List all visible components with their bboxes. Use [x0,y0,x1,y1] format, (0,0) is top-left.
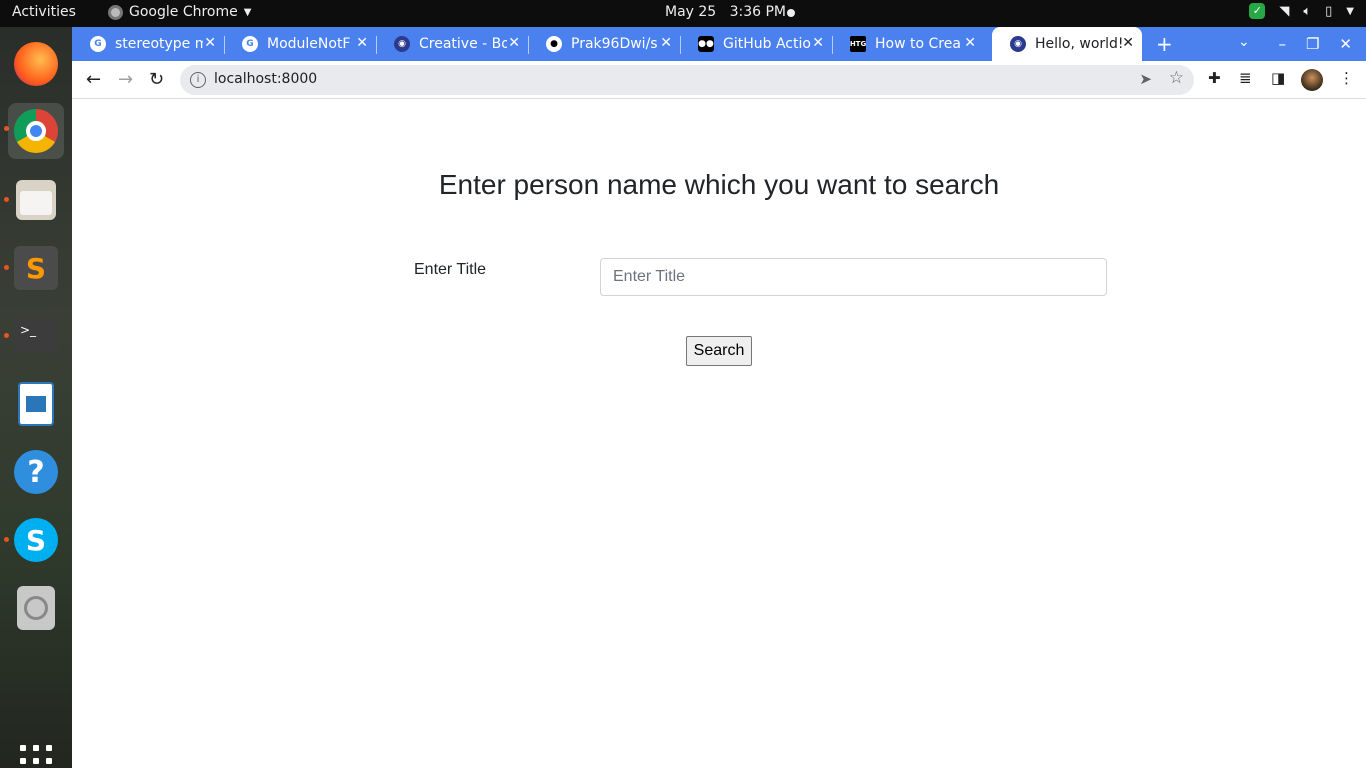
date-label: May 25 [665,4,717,20]
media-control-icon[interactable]: ≣ [1239,69,1252,87]
tab-title: How to Crea [875,36,961,52]
search-button[interactable]: Search [686,336,752,366]
htg-icon: HTG [850,36,866,52]
sublime-text-icon: S [14,246,58,290]
firefox-icon [14,42,58,86]
dock-disk[interactable] [8,580,64,636]
extensions-puzzle-icon[interactable]: ✚ [1208,69,1221,87]
restore-icon[interactable]: ❐ [1306,35,1319,53]
tab-title: Hello, world! [1035,36,1124,52]
globe-icon: ◉ [1010,36,1026,52]
tab-0[interactable]: G stereotype m ✕ [72,27,225,61]
power-menu-icon[interactable]: ▼ [1346,6,1354,17]
tab-title: Prak96Dwi/s [571,36,658,52]
google-icon: G [90,36,106,52]
google-icon: G [242,36,258,52]
side-panel-icon[interactable]: ◨ [1271,69,1285,87]
system-top-bar: Activities Google Chrome ▼ May 25 3:36 P… [0,0,1366,27]
title-field-label: Enter Title [414,261,487,278]
skype-icon: S [14,518,58,562]
clock[interactable]: May 25 3:36 PM [665,4,786,20]
close-tab-icon[interactable]: ✕ [356,35,368,51]
new-tab-button[interactable]: + [1156,32,1173,56]
volume-icon[interactable]: 🔈︎ [1303,4,1311,19]
profile-avatar[interactable] [1301,69,1323,91]
dock-libreoffice-writer[interactable] [8,376,64,432]
tab-search-icon[interactable]: ⌄ [1238,34,1250,50]
tab-title: stereotype m [115,36,203,52]
writer-icon [18,382,54,426]
tab-1[interactable]: G ModuleNotF ✕ [224,27,377,61]
web-page: Enter person name which you want to sear… [72,100,1366,768]
close-tab-icon[interactable]: ✕ [204,35,216,51]
tab-5[interactable]: HTG How to Crea ✕ [832,27,984,61]
close-tab-icon[interactable]: ✕ [1122,35,1134,51]
dock: S >_ ? S [0,27,72,768]
back-arrow-icon[interactable]: ← [86,69,101,90]
chrome-app-icon [108,4,123,20]
close-tab-icon[interactable]: ✕ [508,35,520,51]
show-applications-icon[interactable] [20,745,52,768]
forward-arrow-icon[interactable]: → [118,69,133,90]
wifi-icon[interactable]: ◥ [1279,4,1289,19]
dock-terminal[interactable]: >_ [8,308,64,364]
security-shield-icon[interactable]: ✓ [1249,3,1266,19]
medium-icon: ●● [698,36,714,52]
tab-strip: G stereotype m ✕ G ModuleNotF ✕ ◉ Creati… [72,27,1366,61]
reload-icon[interactable]: ↻ [149,69,164,90]
dock-files[interactable] [8,172,64,228]
dock-chrome[interactable] [8,103,64,159]
url-text[interactable]: localhost:8000 [214,71,317,87]
site-info-icon[interactable]: i [190,72,206,88]
tab-6-active[interactable]: ◉ Hello, world! ✕ [992,27,1142,61]
bookmark-star-icon[interactable]: ☆ [1169,68,1184,88]
close-tab-icon[interactable]: ✕ [964,35,976,51]
tab-3[interactable]: ● Prak96Dwi/s ✕ [528,27,681,61]
window-controls: – ❐ ✕ [1278,27,1366,61]
minimize-icon[interactable]: – [1278,35,1286,53]
tab-4[interactable]: ●● GitHub Actio ✕ [680,27,833,61]
close-window-icon[interactable]: ✕ [1339,35,1352,53]
dock-firefox[interactable] [8,36,64,92]
app-menu-label: Google Chrome [129,4,238,20]
send-to-devices-icon[interactable]: ➤ [1139,70,1152,88]
tab-title: GitHub Actio [723,36,811,52]
help-icon: ? [14,450,58,494]
disk-icon [17,586,55,630]
close-tab-icon[interactable]: ✕ [660,35,672,51]
dock-skype[interactable]: S [8,512,64,568]
app-menu[interactable]: Google Chrome ▼ [108,4,251,20]
page-heading: Enter person name which you want to sear… [438,169,1000,200]
kebab-menu-icon[interactable]: ⋮ [1339,69,1354,87]
chevron-down-icon: ▼ [243,6,252,18]
dock-sublime-text[interactable]: S [8,240,64,296]
dock-help[interactable]: ? [8,444,64,500]
title-input[interactable] [600,258,1107,296]
tab-2[interactable]: ◉ Creative - Bo ✕ [376,27,529,61]
tab-title: ModuleNotF [267,36,351,52]
browser-toolbar: ← → ↻ i localhost:8000 ➤ ☆ ✚ ≣ ◨ ⋮ [72,61,1366,99]
time-label: 3:36 PM [729,4,786,20]
chrome-window: G stereotype m ✕ G ModuleNotF ✕ ◉ Creati… [72,27,1366,768]
activities-button[interactable]: Activities [12,4,76,20]
github-icon: ● [546,36,562,52]
tab-title: Creative - Bo [419,36,507,52]
battery-icon[interactable]: ▯ [1325,4,1332,19]
chrome-icon [14,109,58,153]
terminal-icon: >_ [14,319,58,353]
notification-dot-icon [787,9,795,17]
globe-icon: ◉ [394,36,410,52]
address-bar[interactable]: i localhost:8000 ➤ ☆ [180,65,1194,95]
system-tray[interactable]: ✓ ◥ 🔈︎ ▯ ▼ [1249,3,1354,19]
files-icon [16,180,56,220]
close-tab-icon[interactable]: ✕ [812,35,824,51]
